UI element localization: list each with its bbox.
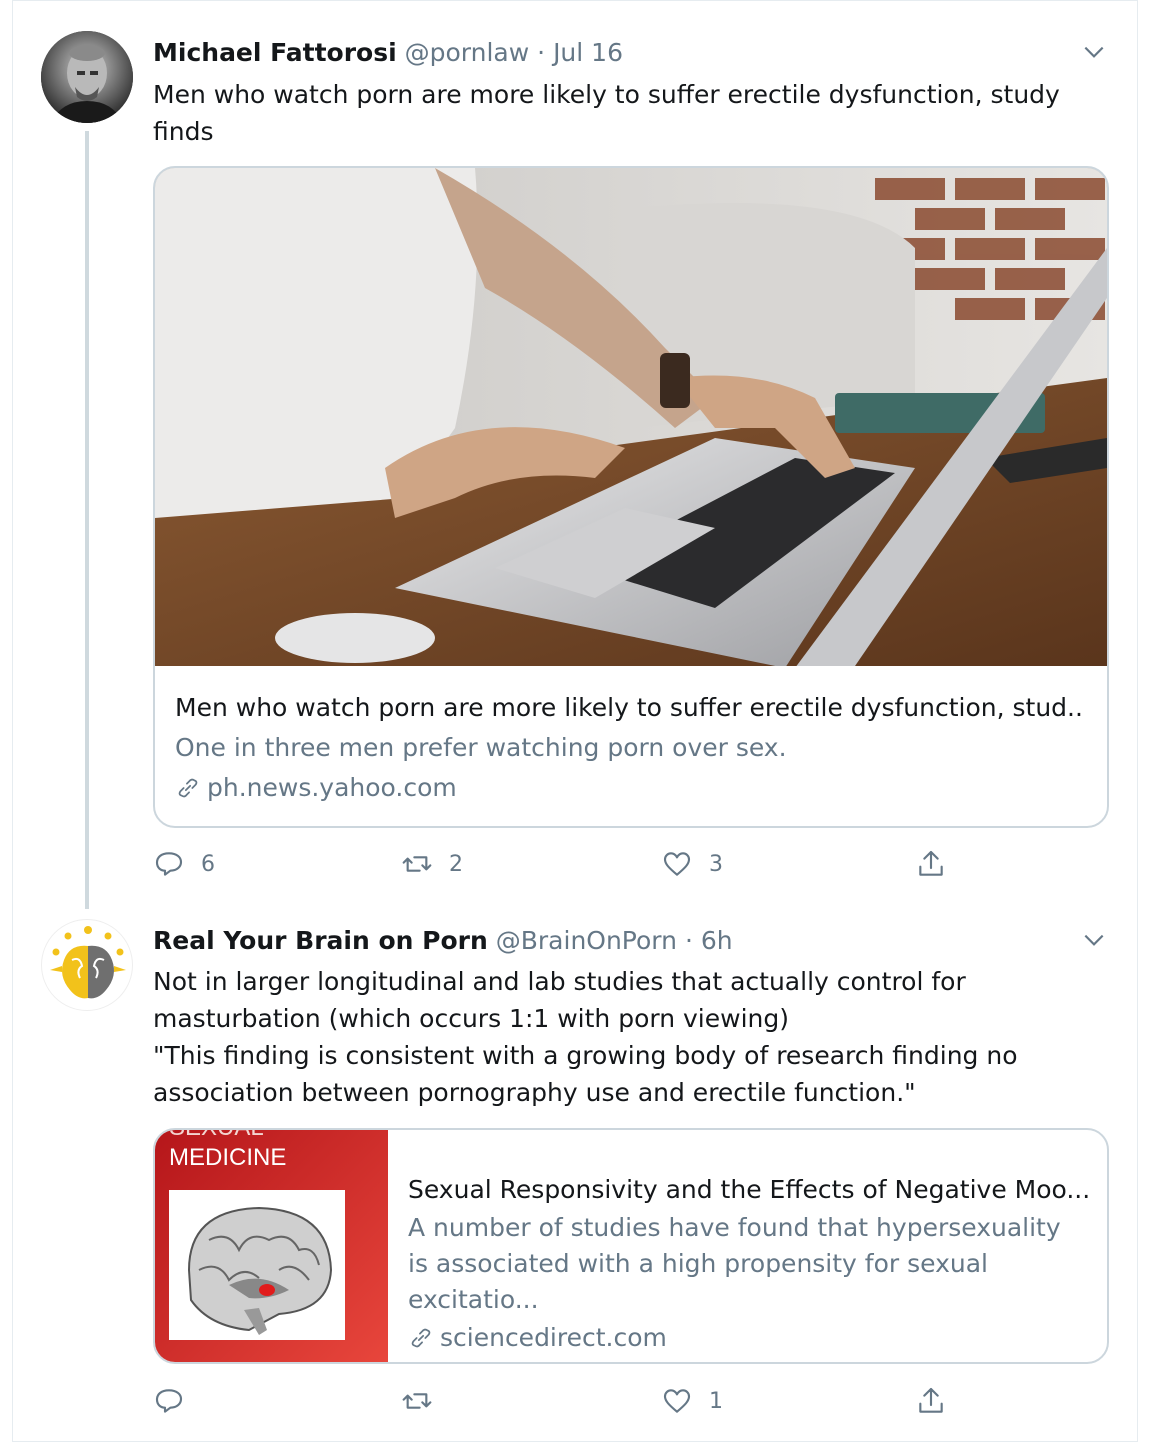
journal-title-top: SEXUAL <box>169 1130 264 1142</box>
retweet-icon <box>402 1393 432 1409</box>
reply-count: 6 <box>201 851 215 877</box>
tweet-text: Men who watch porn are more likely to su… <box>153 80 1060 146</box>
retweet-button[interactable] <box>401 1381 449 1421</box>
author-name[interactable]: Real Your Brain on Porn <box>153 926 488 955</box>
card-domain-text: sciencedirect.com <box>440 1323 667 1352</box>
retweet-count: 2 <box>449 851 463 877</box>
reply-icon <box>155 1389 183 1413</box>
tweet-text-line: Not in larger longitudinal and lab studi… <box>153 967 966 1033</box>
like-count: 3 <box>709 851 723 877</box>
like-button[interactable]: 3 <box>661 844 723 884</box>
tweet-text: Not in larger longitudinal and lab studi… <box>153 963 1033 1111</box>
card-thumbnail: SEXUAL MEDICINE <box>155 1130 388 1362</box>
author-handle[interactable]: @pornlaw <box>405 38 530 67</box>
avatar[interactable] <box>41 31 133 123</box>
author-name[interactable]: Michael Fattorosi <box>153 38 397 67</box>
chevron-down-icon[interactable] <box>1081 927 1107 953</box>
thread-line <box>85 131 89 909</box>
tweet-date[interactable]: 6h <box>701 926 733 955</box>
link-icon <box>411 1328 431 1348</box>
chevron-down-icon[interactable] <box>1081 39 1107 65</box>
retweet-icon <box>402 856 432 872</box>
link-card[interactable]: Men who watch porn are more likely to su… <box>153 166 1109 828</box>
separator: · <box>537 38 546 67</box>
tweet-header: Real Your Brain on Porn @BrainOnPorn · 6… <box>153 925 733 957</box>
card-domain-text: ph.news.yahoo.com <box>207 773 457 802</box>
card-description: A number of studies have found that hype… <box>408 1213 1061 1314</box>
like-icon <box>663 1389 691 1413</box>
card-title: Men who watch porn are more likely to su… <box>175 693 1085 722</box>
link-card[interactable]: SEXUAL MEDICINE <box>153 1128 1109 1364</box>
journal-title: MEDICINE <box>169 1144 287 1171</box>
like-button[interactable]: 1 <box>661 1381 723 1421</box>
author-handle[interactable]: @BrainOnPorn <box>496 926 677 955</box>
card-description: One in three men prefer watching porn ov… <box>175 733 787 762</box>
reply-button[interactable] <box>153 1381 201 1421</box>
tweet-text-quote: "This finding is consistent with a growi… <box>153 1041 1018 1107</box>
reply-icon <box>155 852 183 876</box>
tweet-date[interactable]: Jul 16 <box>553 38 623 67</box>
timeline: Michael Fattorosi @pornlaw · Jul 16 Men … <box>12 0 1138 1442</box>
card-domain: sciencedirect.com <box>408 1318 1088 1358</box>
share-icon <box>919 850 943 876</box>
share-button[interactable] <box>915 844 947 884</box>
share-icon <box>919 1387 943 1413</box>
card-image <box>155 168 1107 666</box>
tweet-actions: 6 2 3 <box>153 844 973 884</box>
share-button[interactable] <box>915 1381 947 1421</box>
like-icon <box>663 852 691 876</box>
reply-button[interactable]: 6 <box>153 844 215 884</box>
card-title: Sexual Responsivity and the Effects of N… <box>408 1175 1088 1204</box>
separator: · <box>684 926 693 955</box>
tweet-actions: 1 <box>153 1381 973 1421</box>
tweet-header: Michael Fattorosi @pornlaw · Jul 16 <box>153 37 623 69</box>
link-icon <box>178 778 198 798</box>
card-domain: ph.news.yahoo.com <box>175 768 1085 808</box>
brain-illustration <box>169 1190 345 1340</box>
like-count: 1 <box>709 1388 723 1414</box>
retweet-button[interactable]: 2 <box>401 844 463 884</box>
avatar[interactable] <box>41 919 133 1011</box>
